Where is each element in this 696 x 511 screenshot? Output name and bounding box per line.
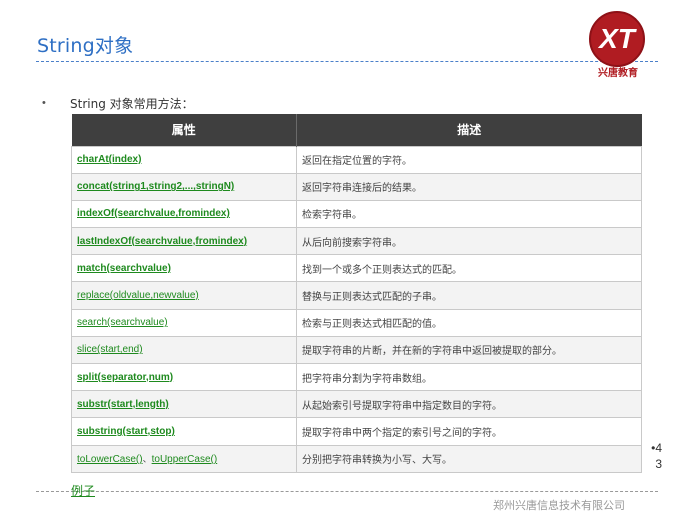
method-link-substring[interactable]: substring(start,stop) (77, 426, 175, 437)
method-description: 提取字符串中两个指定的索引号之间的字符。 (296, 417, 642, 446)
table-row: toLowerCase()、toUpperCase() 分别把字符串转换为小写、… (71, 444, 642, 473)
method-link-charat[interactable]: charAt(index) (77, 154, 141, 165)
method-description: 把字符串分割为字符串数组。 (296, 362, 642, 392)
table-row: lastIndexOf(searchvalue,fromindex) 从后向前搜… (71, 227, 642, 256)
example-link[interactable]: 例子 (71, 482, 95, 499)
method-link-split[interactable]: split(separator,num) (77, 372, 173, 383)
footer-divider (36, 491, 658, 492)
table-row: concat(string1,string2,...,stringN) 返回字符… (71, 172, 642, 201)
method-separator: 、 (142, 455, 152, 466)
brand-logo: XT 兴唐教育 (588, 11, 648, 79)
method-link-substr[interactable]: substr(start,length) (77, 399, 169, 410)
table-row: split(separator,num) 把字符串分割为字符串数组。 (71, 362, 642, 392)
table-row: search(searchvalue) 检索与正则表达式相匹配的值。 (71, 308, 642, 337)
footer-company-name: 郑州兴唐信息技术有限公司 (493, 499, 625, 511)
page-number-line-1: •4 (651, 441, 662, 455)
method-link-match[interactable]: match(searchvalue) (77, 263, 171, 274)
method-description: 检索字符串。 (296, 199, 642, 229)
table-row: charAt(index) 返回在指定位置的字符。 (71, 145, 642, 174)
logo-mark: XT (597, 23, 638, 54)
method-description: 返回字符串连接后的结果。 (296, 172, 642, 201)
methods-table: 属性 描述 charAt(index) 返回在指定位置的字符。 concat(s… (71, 114, 642, 473)
method-link-tolowercase[interactable]: toLowerCase() (77, 454, 143, 465)
table-row: replace(oldvalue,newvalue) 替换与正则表达式匹配的子串… (71, 281, 642, 310)
method-link-indexof[interactable]: indexOf(searchvalue,fromindex) (77, 208, 230, 219)
title-divider (36, 61, 658, 62)
method-description: 返回在指定位置的字符。 (296, 145, 642, 174)
method-link-slice[interactable]: slice(start,end) (77, 344, 143, 355)
bullet-marker: • (42, 97, 46, 109)
table-row: substring(start,stop) 提取字符串中两个指定的索引号之间的字… (71, 417, 642, 446)
logo-xt-icon: XT (597, 23, 638, 54)
column-header-property: 属性 (71, 114, 297, 146)
method-link-search[interactable]: search(searchvalue) (77, 317, 168, 328)
table-row: match(searchvalue) 找到一个或多个正则表达式的匹配。 (71, 254, 642, 283)
method-link-touppercase[interactable]: toUpperCase() (152, 454, 218, 465)
table-row: indexOf(searchvalue,fromindex) 检索字符串。 (71, 199, 642, 229)
method-description: 提取字符串的片断，并在新的字符串中返回被提取的部分。 (296, 335, 642, 365)
method-link-replace[interactable]: replace(oldvalue,newvalue) (77, 290, 199, 301)
method-description: 从后向前搜索字符串。 (296, 227, 642, 256)
method-description: 找到一个或多个正则表达式的匹配。 (296, 254, 642, 283)
column-header-description: 描述 (296, 114, 642, 146)
page-number: •4 3 (648, 440, 662, 472)
method-description: 分别把字符串转换为小写、大写。 (296, 444, 642, 473)
method-description: 检索与正则表达式相匹配的值。 (296, 308, 642, 337)
table-header-row: 属性 描述 (71, 114, 642, 146)
method-link-concat[interactable]: concat(string1,string2,...,stringN) (77, 181, 234, 192)
logo-circle: XT (589, 11, 645, 67)
table-row: slice(start,end) 提取字符串的片断，并在新的字符串中返回被提取的… (71, 335, 642, 365)
table-row: substr(start,length) 从起始索引号提取字符串中指定数目的字符… (71, 390, 642, 419)
logo-caption: 兴唐教育 (598, 68, 638, 79)
method-description: 从起始索引号提取字符串中指定数目的字符。 (296, 390, 642, 419)
page-title: String对象 (37, 35, 134, 57)
method-link-lastindexof[interactable]: lastIndexOf(searchvalue,fromindex) (77, 236, 247, 247)
intro-text: String 对象常用方法： (70, 97, 194, 111)
method-description: 替换与正则表达式匹配的子串。 (296, 281, 642, 310)
page-number-line-2: 3 (655, 457, 662, 471)
